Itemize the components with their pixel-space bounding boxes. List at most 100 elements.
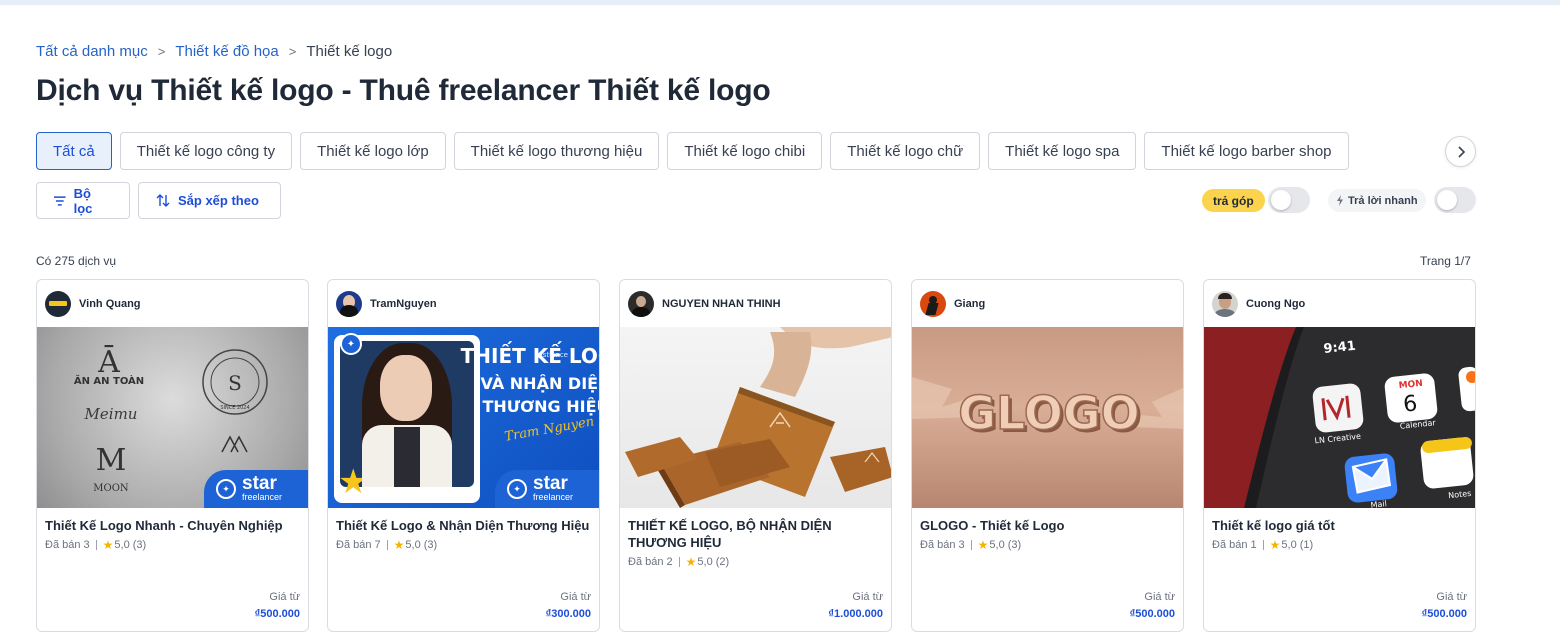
service-thumbnail[interactable]: ✦ ★ fastlance THIẾT KẾ LOGO VÀ NHẬN DIỆN… [328,327,599,508]
price: ₫500.000 [254,608,300,620]
star-badge-icon: ✦ [507,479,527,499]
lightning-icon [1337,195,1343,206]
service-card[interactable]: TramNguyen ✦ ★ fastlance THIẾT KẾ LOGO V… [327,279,600,632]
category-chip-text[interactable]: Thiết kế logo chữ [830,132,981,170]
service-card[interactable]: Vinh Quang Ā ĂN AN TOÀN Meimu M MOON S S… [36,279,309,632]
result-count: Có 275 dịch vụ [36,254,117,268]
business-card-mockup-image [625,327,891,508]
star-icon: ★ [685,555,697,569]
divider [386,540,388,550]
service-card[interactable]: Giang GLOGO GLOGO GLOGO - Thiết kế Logo … [911,279,1184,632]
filter-button[interactable]: Bộ lọc [36,182,130,219]
price-label: Giá từ [269,591,300,603]
filter-icon [54,195,66,206]
card-header: NGUYEN NHAN THINH [620,280,891,327]
chevron-right-icon: > [288,43,297,59]
category-chip-brand[interactable]: Thiết kế logo thương hiệu [453,132,660,170]
card-header: Cuong Ngo [1204,280,1475,327]
star-icon: ★ [102,538,114,552]
quick-reply-text: Trả lời nhanh [1348,194,1418,207]
category-chip-chibi[interactable]: Thiết kế logo chibi [667,132,823,170]
service-meta: Đã bán 2 ★ 5,0 (2) [620,551,891,569]
card-header: Giang [912,280,1183,327]
badge-title: star [533,473,568,494]
category-chip-barber-shop[interactable]: Thiết kế logo barber shop [1144,132,1349,170]
avatar[interactable] [1212,290,1238,317]
breadcrumb-all-categories[interactable]: Tất cả danh mục [36,43,148,60]
service-thumbnail[interactable]: GLOGO GLOGO [912,327,1183,508]
quick-reply-label: Trả lời nhanh [1328,189,1426,212]
sold-count: Đã bán 3 [45,539,90,551]
seller-name[interactable]: Vinh Quang [79,298,141,310]
sort-button[interactable]: Sắp xếp theo [138,182,281,219]
divider [95,540,97,550]
card-header: Vinh Quang [37,280,308,327]
service-thumbnail[interactable]: 9:41 LN Creative MON 6 Calendar Mail Not… [1204,327,1475,508]
categories-next-button[interactable] [1445,136,1476,167]
chevron-right-icon: > [157,43,166,59]
avatar[interactable] [628,290,654,317]
card-header: TramNguyen [328,280,599,327]
svg-text:S: S [228,371,242,395]
price: ₫500.000 [1421,608,1467,620]
svg-text:GLOGO: GLOGO [958,386,1139,440]
svg-text:VÀ NHẬN DIỆN: VÀ NHẬN DIỆN [481,373,599,393]
category-chip-spa[interactable]: Thiết kế logo spa [988,132,1137,170]
divider [970,540,972,550]
price-label: Giá từ [1144,591,1175,603]
category-chip-company[interactable]: Thiết kế logo công ty [119,132,293,170]
page-indicator: Trang 1/7 [1420,254,1471,268]
service-title[interactable]: Thiết Kế Logo Nhanh - Chuyên Nghiệp [37,508,308,534]
service-title[interactable]: THIẾT KẾ LOGO, BỘ NHẬN DIỆN THƯƠNG HIỆU [620,508,891,551]
seller-name[interactable]: TramNguyen [370,298,437,310]
service-title[interactable]: Thiết kế logo giá tốt [1204,508,1475,534]
avatar[interactable] [336,290,362,317]
price-label: Giá từ [560,591,591,603]
seller-name[interactable]: Cuong Ngo [1246,298,1305,310]
filter-label: Bộ lọc [73,185,93,216]
star-icon: ★ [1269,538,1281,552]
service-meta: Đã bán 7 ★ 5,0 (3) [328,534,599,552]
category-chip-class[interactable]: Thiết kế logo lớp [300,132,446,170]
svg-text:SINCE 2024: SINCE 2024 [220,405,249,411]
breadcrumb: Tất cả danh mục > Thiết kế đồ họa > Thiế… [36,41,392,61]
seller-name[interactable]: Giang [954,298,985,310]
svg-text:MOON: MOON [93,483,129,494]
star-freelancer-badge: ✦ star freelancer [204,470,308,508]
category-chip-all[interactable]: Tất cả [36,132,112,170]
badge-subtitle: freelancer [533,492,574,502]
star-badge-icon: ✦ [216,479,236,499]
badge-title: star [242,473,277,494]
page-title: Dịch vụ Thiết kế logo - Thuê freelancer … [36,74,771,107]
svg-text:M: M [96,443,127,478]
svg-text:ĂN AN TOÀN: ĂN AN TOÀN [74,374,144,387]
star-icon: ★ [977,538,989,552]
service-title[interactable]: Thiết Kế Logo & Nhận Diện Thương Hiệu [328,508,599,534]
service-thumbnail[interactable]: Ā ĂN AN TOÀN Meimu M MOON S SINCE 2024 ✦… [37,327,308,508]
svg-text:Tram Nguyen: Tram Nguyen [503,414,595,445]
service-thumbnail[interactable] [620,327,891,508]
divider [678,557,680,567]
sort-label: Sắp xếp theo [178,193,259,208]
seller-name[interactable]: NGUYEN NHAN THINH [662,298,781,310]
glogo-3d-image: GLOGO GLOGO [912,377,1183,443]
svg-text:THƯƠNG HIỆU: THƯƠNG HIỆU [482,396,599,416]
service-title[interactable]: GLOGO - Thiết kế Logo [912,508,1183,534]
top-bar [0,0,1560,5]
rating: 5,0 (1) [1281,539,1314,551]
breadcrumb-graphic-design[interactable]: Thiết kế đồ họa [175,43,278,60]
divider [1262,540,1264,550]
installment-toggle[interactable] [1268,187,1310,213]
service-card[interactable]: Cuong Ngo 9:41 LN Creative MON 6 Calenda… [1203,279,1476,632]
quick-reply-toggle[interactable] [1434,187,1476,213]
installment-label: trả góp [1202,189,1265,212]
sold-count: Đã bán 3 [920,539,965,551]
svg-text:THIẾT KẾ LOGO: THIẾT KẾ LOGO [461,342,599,368]
sold-count: Đã bán 2 [628,556,673,568]
rating: 5,0 (3) [114,539,147,551]
avatar[interactable] [920,290,946,317]
service-card[interactable]: NGUYEN NHAN THINH THIẾT KẾ LOGO, BỘ NHẬN… [619,279,892,632]
svg-text:Meimu: Meimu [84,405,138,423]
avatar[interactable] [45,290,71,317]
svg-text:6: 6 [1402,391,1419,417]
